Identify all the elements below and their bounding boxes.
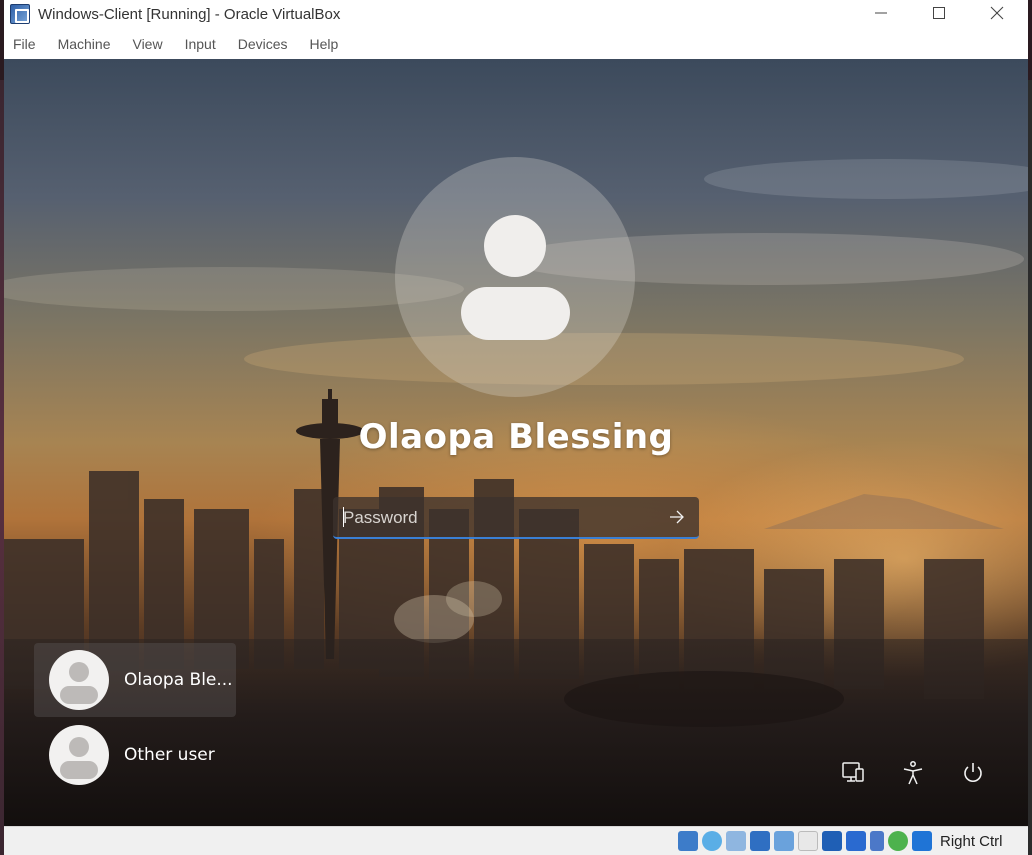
avatar-head-shape: [484, 215, 546, 277]
menu-view[interactable]: View: [132, 36, 162, 52]
accessibility-icon[interactable]: [901, 760, 925, 786]
network-adapters-icon[interactable]: [750, 831, 770, 851]
close-button[interactable]: [968, 0, 1026, 26]
status-indicator-group: [678, 831, 936, 851]
arrow-right-icon[interactable]: [667, 507, 687, 527]
user-tile-olaopa[interactable]: Olaopa Ble...: [34, 643, 236, 717]
window-title: Windows-Client [Running] - Oracle Virtua…: [38, 5, 341, 23]
user-tile-other-user[interactable]: Other user: [34, 718, 236, 792]
user-tile-label: Other user: [124, 745, 215, 765]
maximize-icon: [933, 7, 945, 19]
title-bar[interactable]: Windows-Client [Running] - Oracle Virtua…: [4, 0, 1028, 28]
virtualization-icon[interactable]: [870, 831, 884, 851]
optical-drive-icon[interactable]: [702, 831, 722, 851]
text-caret: [343, 507, 344, 527]
user-avatar-icon: [49, 650, 109, 710]
menu-file[interactable]: File: [13, 36, 36, 52]
menu-input[interactable]: Input: [185, 36, 216, 52]
usb-icon[interactable]: [774, 831, 794, 851]
close-icon: [990, 6, 1004, 20]
menu-help[interactable]: Help: [310, 36, 339, 52]
host-desktop-strip-right: [1028, 80, 1032, 855]
status-bar: Right Ctrl: [4, 826, 1028, 855]
large-user-avatar: [395, 157, 635, 397]
guest-lock-screen[interactable]: Olaopa Blessing Olaopa Ble... Other user: [4, 59, 1028, 826]
host-key-label: Right Ctrl: [940, 833, 1003, 850]
password-field-container[interactable]: [333, 497, 699, 539]
user-tile-label: Olaopa Ble...: [124, 670, 233, 690]
hard-disk-icon[interactable]: [678, 831, 698, 851]
virtualbox-window: Windows-Client [Running] - Oracle Virtua…: [4, 0, 1028, 855]
video-capture-icon[interactable]: [846, 831, 866, 851]
power-icon[interactable]: [961, 760, 985, 786]
maximize-button[interactable]: [910, 0, 968, 26]
network-icon[interactable]: [841, 760, 865, 786]
password-input[interactable]: [343, 505, 643, 531]
virtualbox-app-icon: [10, 4, 30, 24]
audio-icon[interactable]: [726, 831, 746, 851]
avatar-body-shape: [461, 287, 570, 340]
guest-additions-icon[interactable]: [888, 831, 908, 851]
shared-folders-icon[interactable]: [798, 831, 818, 851]
minimize-icon: [875, 12, 887, 14]
minimize-button[interactable]: [852, 0, 910, 26]
menu-bar: File Machine View Input Devices Help: [4, 30, 1028, 58]
keyboard-capture-icon[interactable]: [912, 831, 932, 851]
menu-machine[interactable]: Machine: [58, 36, 111, 52]
menu-devices[interactable]: Devices: [238, 36, 288, 52]
display-icon[interactable]: [822, 831, 842, 851]
user-name-heading: Olaopa Blessing: [358, 417, 674, 457]
user-avatar-icon: [49, 725, 109, 785]
